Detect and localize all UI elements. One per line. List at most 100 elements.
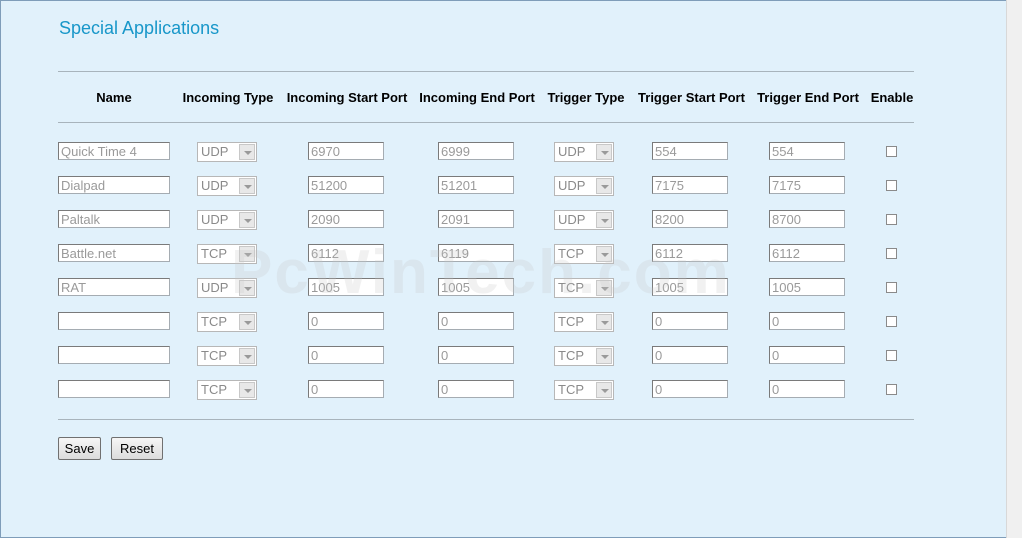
- trigger-type-select[interactable]: UDP: [554, 176, 614, 196]
- incoming-end-port-input[interactable]: [438, 346, 514, 364]
- enable-checkbox[interactable]: [886, 316, 897, 327]
- trigger-type-value: TCP: [558, 246, 584, 261]
- trigger-start-port-input[interactable]: [652, 176, 728, 194]
- incoming-type-select[interactable]: UDP: [197, 142, 257, 162]
- trigger-end-port-input[interactable]: [769, 244, 845, 262]
- enable-checkbox[interactable]: [886, 146, 897, 157]
- trigger-type-value: UDP: [558, 144, 586, 159]
- incoming-type-value: UDP: [201, 144, 229, 159]
- trigger-start-port-input[interactable]: [652, 278, 728, 296]
- vertical-scrollbar[interactable]: [1006, 0, 1022, 538]
- column-header-enable: Enable: [870, 90, 914, 105]
- name-input[interactable]: [58, 278, 170, 296]
- dropdown-arrow-icon: [596, 246, 612, 262]
- dropdown-arrow-icon: [239, 212, 255, 228]
- header-top-divider: [58, 71, 914, 72]
- incoming-type-value: TCP: [201, 314, 227, 329]
- enable-checkbox[interactable]: [886, 350, 897, 361]
- trigger-start-port-input[interactable]: [652, 346, 728, 364]
- name-input[interactable]: [58, 244, 170, 262]
- table-row: UDP UDP: [1, 176, 1001, 198]
- table-row: UDP UDP: [1, 210, 1001, 232]
- incoming-end-port-input[interactable]: [438, 142, 514, 160]
- trigger-type-select[interactable]: TCP: [554, 380, 614, 400]
- trigger-end-port-input[interactable]: [769, 346, 845, 364]
- trigger-start-port-input[interactable]: [652, 142, 728, 160]
- incoming-start-port-input[interactable]: [308, 380, 384, 398]
- dropdown-arrow-icon: [596, 212, 612, 228]
- incoming-start-port-input[interactable]: [308, 278, 384, 296]
- trigger-start-port-input[interactable]: [652, 244, 728, 262]
- dropdown-arrow-icon: [239, 178, 255, 194]
- save-button[interactable]: Save: [58, 437, 101, 460]
- table-row: UDP TCP: [1, 278, 1001, 300]
- incoming-type-select[interactable]: TCP: [197, 380, 257, 400]
- column-header-trigger-end-port: Trigger End Port: [757, 90, 859, 105]
- name-input[interactable]: [58, 176, 170, 194]
- name-input[interactable]: [58, 380, 170, 398]
- incoming-type-value: TCP: [201, 348, 227, 363]
- trigger-type-select[interactable]: TCP: [554, 346, 614, 366]
- column-header-trigger-type: Trigger Type: [547, 90, 625, 105]
- incoming-end-port-input[interactable]: [438, 176, 514, 194]
- dropdown-arrow-icon: [596, 314, 612, 330]
- trigger-type-value: TCP: [558, 314, 584, 329]
- dropdown-arrow-icon: [239, 314, 255, 330]
- incoming-end-port-input[interactable]: [438, 210, 514, 228]
- dropdown-arrow-icon: [596, 348, 612, 364]
- trigger-type-select[interactable]: TCP: [554, 244, 614, 264]
- incoming-end-port-input[interactable]: [438, 278, 514, 296]
- incoming-end-port-input[interactable]: [438, 312, 514, 330]
- trigger-type-select[interactable]: TCP: [554, 312, 614, 332]
- name-input[interactable]: [58, 142, 170, 160]
- trigger-end-port-input[interactable]: [769, 278, 845, 296]
- name-input[interactable]: [58, 346, 170, 364]
- incoming-type-select[interactable]: UDP: [197, 176, 257, 196]
- trigger-end-port-input[interactable]: [769, 210, 845, 228]
- incoming-type-select[interactable]: UDP: [197, 210, 257, 230]
- dropdown-arrow-icon: [239, 280, 255, 296]
- trigger-end-port-input[interactable]: [769, 380, 845, 398]
- incoming-start-port-input[interactable]: [308, 142, 384, 160]
- table-row: TCP TCP: [1, 346, 1001, 368]
- enable-checkbox[interactable]: [886, 248, 897, 259]
- column-header-incoming-type: Incoming Type: [182, 90, 274, 105]
- enable-checkbox[interactable]: [886, 180, 897, 191]
- incoming-type-select[interactable]: TCP: [197, 346, 257, 366]
- trigger-type-value: TCP: [558, 382, 584, 397]
- incoming-type-select[interactable]: TCP: [197, 312, 257, 332]
- trigger-type-select[interactable]: UDP: [554, 142, 614, 162]
- trigger-end-port-input[interactable]: [769, 312, 845, 330]
- trigger-end-port-input[interactable]: [769, 176, 845, 194]
- trigger-type-select[interactable]: UDP: [554, 210, 614, 230]
- table-row: TCP TCP: [1, 380, 1001, 402]
- name-input[interactable]: [58, 210, 170, 228]
- incoming-type-select[interactable]: TCP: [197, 244, 257, 264]
- enable-checkbox[interactable]: [886, 214, 897, 225]
- trigger-type-select[interactable]: TCP: [554, 278, 614, 298]
- dropdown-arrow-icon: [596, 178, 612, 194]
- incoming-end-port-input[interactable]: [438, 244, 514, 262]
- header-bottom-divider: [58, 122, 914, 123]
- reset-button[interactable]: Reset: [111, 437, 163, 460]
- enable-checkbox[interactable]: [886, 282, 897, 293]
- trigger-start-port-input[interactable]: [652, 380, 728, 398]
- incoming-type-select[interactable]: UDP: [197, 278, 257, 298]
- incoming-start-port-input[interactable]: [308, 312, 384, 330]
- incoming-start-port-input[interactable]: [308, 210, 384, 228]
- incoming-type-value: TCP: [201, 382, 227, 397]
- table-row: TCP TCP: [1, 244, 1001, 266]
- trigger-start-port-input[interactable]: [652, 210, 728, 228]
- incoming-end-port-input[interactable]: [438, 380, 514, 398]
- enable-checkbox[interactable]: [886, 384, 897, 395]
- incoming-start-port-input[interactable]: [308, 346, 384, 364]
- dropdown-arrow-icon: [239, 144, 255, 160]
- trigger-end-port-input[interactable]: [769, 142, 845, 160]
- incoming-start-port-input[interactable]: [308, 244, 384, 262]
- incoming-start-port-input[interactable]: [308, 176, 384, 194]
- trigger-start-port-input[interactable]: [652, 312, 728, 330]
- name-input[interactable]: [58, 312, 170, 330]
- footer-divider: [58, 419, 914, 420]
- trigger-type-value: UDP: [558, 212, 586, 227]
- column-header-incoming-end-port: Incoming End Port: [419, 90, 535, 105]
